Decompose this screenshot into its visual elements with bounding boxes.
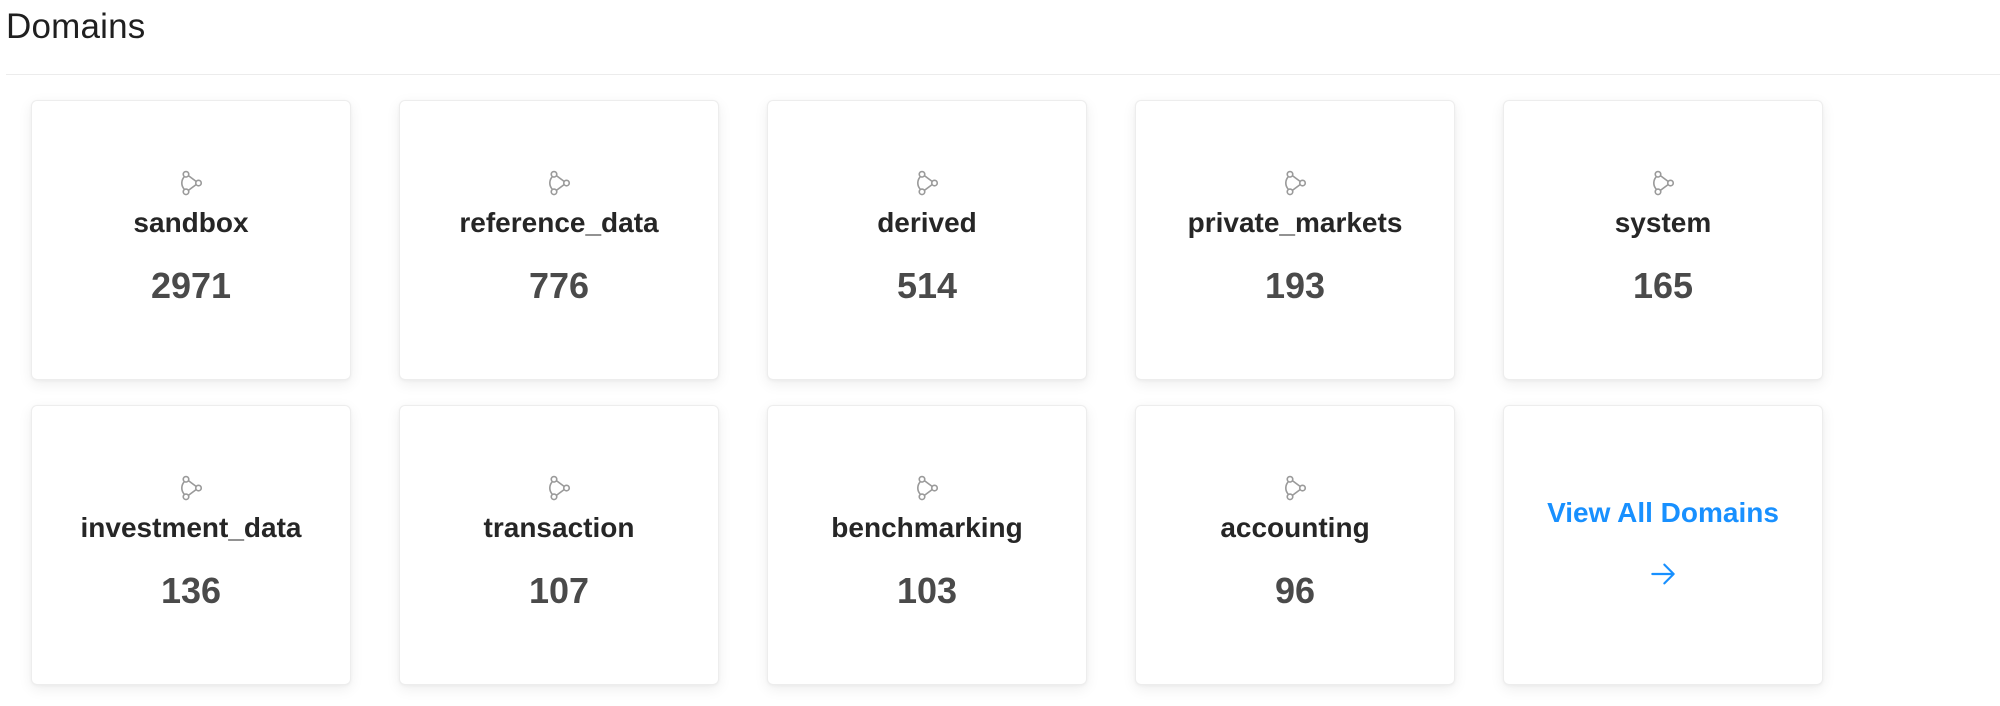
domain-card-derived[interactable]: derived 514	[767, 100, 1087, 380]
domain-count: 96	[1274, 570, 1316, 611]
domain-count: 136	[160, 570, 222, 611]
domain-count: 514	[896, 265, 958, 306]
domain-card-sandbox[interactable]: sandbox 2971	[31, 100, 351, 380]
domain-count: 165	[1632, 265, 1694, 306]
domain-name: sandbox	[133, 207, 249, 238]
header-divider	[6, 74, 2000, 75]
page-title: Domains	[6, 7, 146, 46]
domain-card-private-markets[interactable]: private_markets 193	[1135, 100, 1455, 380]
domain-count: 776	[528, 265, 590, 306]
domain-icon	[181, 170, 203, 196]
domain-count: 2971	[150, 265, 232, 306]
view-all-domains-link[interactable]: View All Domains	[1547, 496, 1779, 530]
domain-name: transaction	[483, 512, 635, 543]
domain-icon	[549, 170, 571, 196]
domains-grid: sandbox 2971 reference_data 776 derived …	[31, 100, 1823, 685]
domain-name: investment_data	[80, 512, 302, 543]
domain-name: derived	[877, 207, 977, 238]
domain-card-accounting[interactable]: accounting 96	[1135, 405, 1455, 685]
domain-card-benchmarking[interactable]: benchmarking 103	[767, 405, 1087, 685]
domain-icon	[1285, 170, 1307, 196]
domain-icon	[181, 475, 203, 501]
domain-icon	[1285, 475, 1307, 501]
domain-name: accounting	[1220, 512, 1370, 543]
domain-icon	[917, 170, 939, 196]
domain-name: private_markets	[1187, 207, 1403, 238]
domain-count: 103	[896, 570, 958, 611]
domain-icon	[549, 475, 571, 501]
domain-name: benchmarking	[831, 512, 1023, 543]
domain-card-transaction[interactable]: transaction 107	[399, 405, 719, 685]
domain-name: system	[1614, 207, 1712, 238]
arrow-right-icon[interactable]	[1647, 558, 1679, 590]
domain-card-reference-data[interactable]: reference_data 776	[399, 100, 719, 380]
domain-count: 107	[528, 570, 590, 611]
domain-card-system[interactable]: system 165	[1503, 100, 1823, 380]
domain-card-investment-data[interactable]: investment_data 136	[31, 405, 351, 685]
domain-count: 193	[1264, 265, 1326, 306]
view-all-domains-card[interactable]: View All Domains	[1503, 405, 1823, 685]
domain-name: reference_data	[459, 207, 659, 238]
domain-icon	[917, 475, 939, 501]
domain-icon	[1653, 170, 1675, 196]
